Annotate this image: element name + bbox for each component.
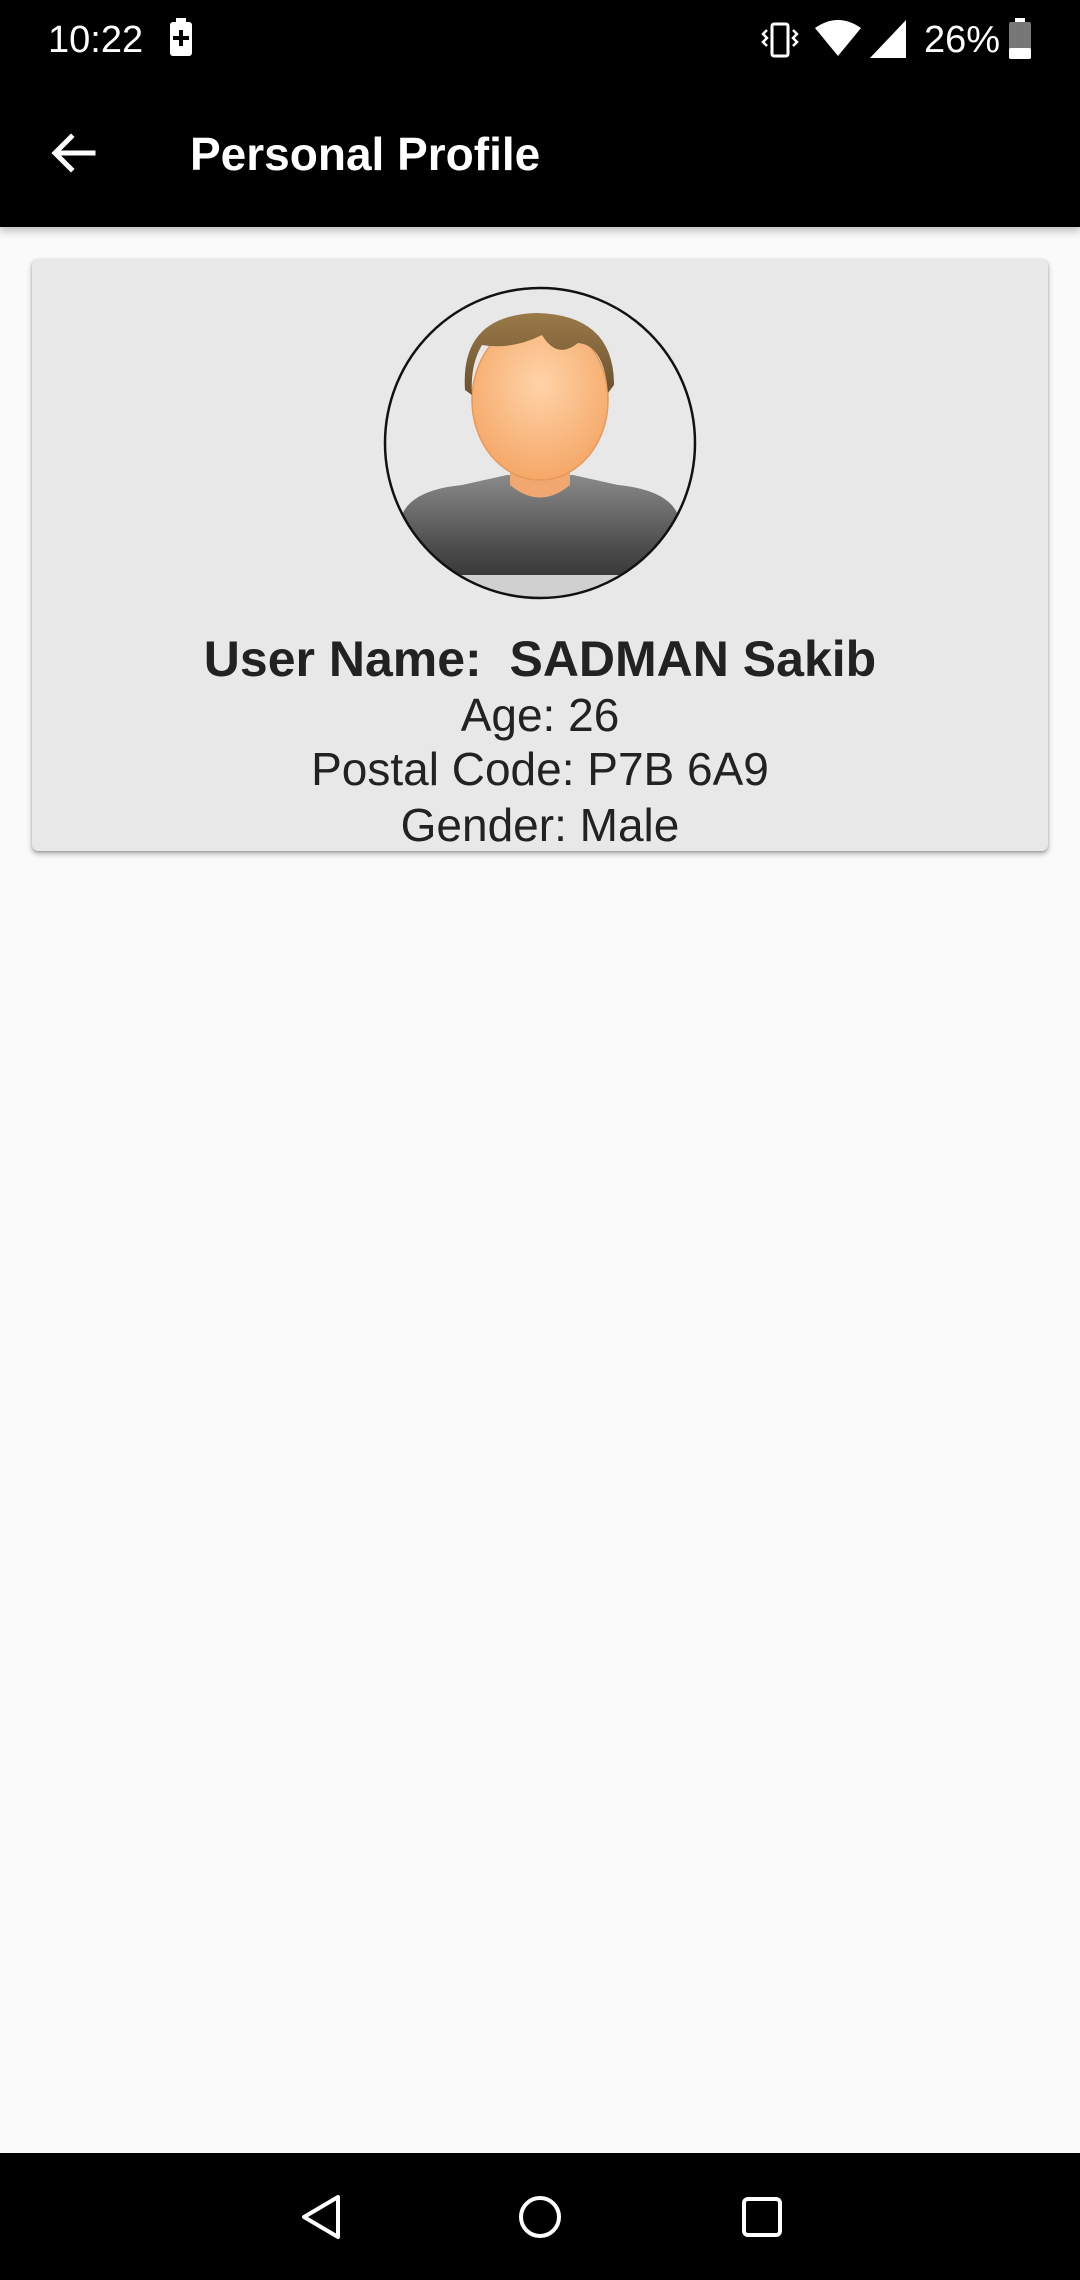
default-user-avatar-icon [383,286,697,600]
page-title: Personal Profile [190,128,541,180]
battery-percent: 26% [924,19,1001,61]
profile-card: User Name: SADMAN Sakib Age: 26 Postal C… [32,259,1048,851]
signal-icon [870,20,906,63]
nav-home-button[interactable] [508,2185,572,2249]
battery-icon [1008,18,1032,65]
nav-recents-button[interactable] [730,2185,794,2249]
app-bar: Personal Profile [0,80,1080,227]
nav-recents-icon [742,2197,782,2237]
status-bar: 10:22 26% [0,0,1080,80]
nav-back-button[interactable] [290,2185,354,2249]
wifi-icon [815,20,861,63]
user-postal-code: Postal Code: P7B 6A9 [311,743,769,795]
user-name: User Name: SADMAN Sakib [203,631,877,687]
user-age: Age: 26 [460,689,620,741]
status-time: 10:22 [48,19,144,61]
user-gender: Gender: Male [400,799,680,851]
vibrate-icon [760,22,800,63]
nav-home-icon [519,2196,561,2238]
nav-back-icon [302,2195,340,2239]
back-button[interactable] [30,112,116,198]
avatar [382,285,698,601]
arrow-left-icon [49,129,97,182]
system-nav-bar [0,2153,1080,2280]
battery-saver-icon [168,18,194,63]
